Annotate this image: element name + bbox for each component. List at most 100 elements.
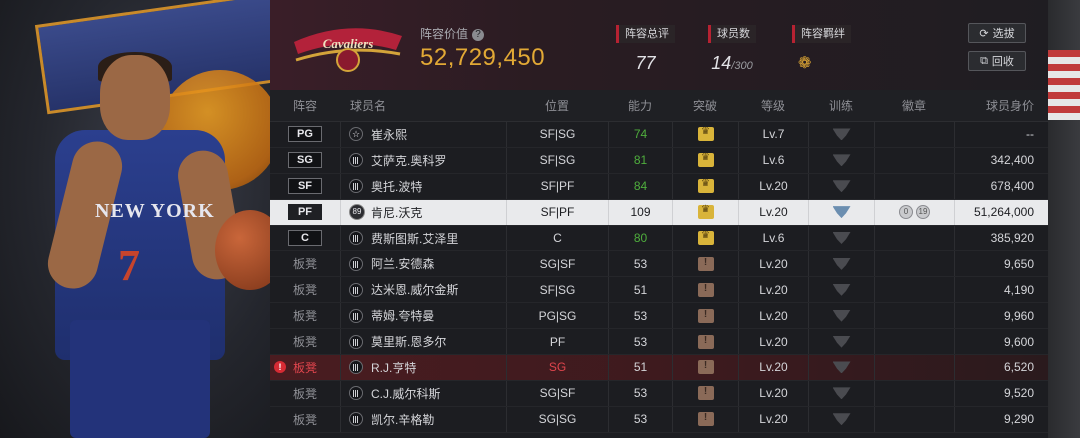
slot-label: SF	[288, 178, 322, 195]
training-icon[interactable]	[832, 413, 851, 426]
badges-cell	[874, 147, 954, 173]
training-icon[interactable]	[832, 387, 851, 400]
level-cell: Lv.20	[738, 251, 808, 277]
table-row[interactable]: 板凳 达米恩.威尔金斯 SF|SG51 Lv.20 4,190	[270, 277, 1048, 304]
breakthrough-icon[interactable]	[697, 334, 714, 349]
col-breakthrough[interactable]: 突破	[672, 90, 738, 121]
player-name-cell[interactable]: 奥托.波特	[340, 173, 506, 199]
position-cell: SF|SG	[506, 122, 608, 147]
table-row[interactable]: ! 板凳 R.J.亨特 SG51 Lv.20 6,520	[270, 355, 1048, 381]
breakthrough-icon[interactable]	[697, 256, 714, 271]
slot-cell[interactable]: SG	[270, 148, 340, 173]
player-name-cell[interactable]: 艾萨克.奥科罗	[340, 147, 506, 173]
slot-cell[interactable]: 板凳	[270, 381, 340, 406]
table-row[interactable]: 板凳 C.J.威尔科斯 SG|SF53 Lv.20 9,520	[270, 380, 1048, 407]
slot-cell[interactable]: 板凳	[270, 329, 340, 354]
stats-icon	[349, 231, 363, 245]
roster-value-label: 阵容价值?	[420, 25, 485, 42]
player-name-cell[interactable]: 89 肯尼.沃克	[340, 199, 506, 225]
training-icon[interactable]	[832, 257, 851, 270]
col-position[interactable]: 位置	[506, 90, 608, 121]
refresh-icon: ⟳	[979, 27, 989, 40]
chemistry-icon[interactable]: ❁	[792, 53, 851, 73]
player-name-cell[interactable]: 莫里斯.恩多尔	[340, 329, 506, 355]
table-row[interactable]: 板凳 凯尔.辛格勒 SG|SG53 Lv.20 9,290	[270, 406, 1048, 433]
slot-label: PF	[288, 204, 322, 221]
col-slot[interactable]: 阵容	[270, 90, 340, 121]
breakthrough-icon[interactable]	[697, 386, 714, 401]
table-row[interactable]: 板凳 蒂姆.夸特曼 PG|SG53 Lv.20 9,960	[270, 303, 1048, 330]
player-name: R.J.亨特	[371, 360, 417, 375]
table-row[interactable]: 板凳 阿兰.安德森 SG|SF53 Lv.20 9,650	[270, 251, 1048, 278]
training-icon[interactable]	[832, 154, 851, 167]
player-name-cell[interactable]: 费斯图斯.艾泽里	[340, 225, 506, 251]
breakthrough-icon[interactable]	[697, 204, 714, 220]
slot-cell[interactable]: 板凳	[270, 251, 340, 276]
col-name[interactable]: 球员名	[340, 90, 506, 121]
badges-cell	[874, 251, 954, 277]
player-name: 凯尔.辛格勒	[371, 412, 435, 427]
table-row[interactable]: SG 艾萨克.奥科罗 SF|SG81 Lv.6 342,400	[270, 147, 1048, 174]
player-name: 奥托.波特	[371, 179, 423, 194]
slot-cell[interactable]: PG	[270, 122, 340, 147]
slot-cell[interactable]: 板凳	[270, 303, 340, 328]
price-cell: 9,520	[954, 380, 1048, 406]
slot-cell[interactable]: 板凳	[270, 407, 340, 432]
player-name-cell[interactable]: ☆ 崔永熙	[340, 122, 506, 147]
player-name-cell[interactable]: R.J.亨特	[340, 355, 506, 380]
col-ability[interactable]: 能力	[608, 90, 672, 121]
slot-cell[interactable]: PF	[270, 200, 340, 225]
price-cell: --	[954, 122, 1048, 147]
breakthrough-icon[interactable]	[697, 152, 714, 168]
breakthrough-cell	[672, 173, 738, 199]
table-row[interactable]: SF 奥托.波特 SF|PF84 Lv.20 678,400	[270, 173, 1048, 200]
col-level[interactable]: 等级	[738, 90, 808, 121]
breakthrough-icon[interactable]	[697, 308, 714, 323]
stats-icon	[349, 282, 363, 297]
table-row[interactable]: 板凳 莫里斯.恩多尔 PF53 Lv.20 9,600	[270, 329, 1048, 356]
breakthrough-icon[interactable]	[697, 178, 714, 194]
breakthrough-icon[interactable]	[697, 230, 714, 245]
training-icon[interactable]	[832, 335, 851, 348]
player-name-cell[interactable]: 蒂姆.夸特曼	[340, 303, 506, 329]
breakthrough-cell	[672, 122, 738, 147]
roster-value: 52,729,450	[420, 44, 546, 71]
col-badges[interactable]: 徽章	[874, 90, 954, 121]
recycle-button[interactable]: ⧉ 回收	[968, 51, 1026, 71]
training-icon[interactable]	[832, 283, 851, 296]
breakthrough-icon[interactable]	[697, 126, 714, 142]
player-name-cell[interactable]: C.J.威尔科斯	[340, 380, 506, 406]
training-icon[interactable]	[832, 309, 851, 322]
breakthrough-icon[interactable]	[697, 282, 714, 297]
badge-icon: 0	[899, 205, 913, 220]
breakthrough-icon[interactable]	[697, 360, 714, 375]
player-name-cell[interactable]: 阿兰.安德森	[340, 251, 506, 277]
draft-button[interactable]: ⟳ 选拔	[968, 23, 1026, 43]
training-icon[interactable]	[832, 232, 851, 244]
training-icon[interactable]	[832, 361, 851, 374]
slot-cell[interactable]: C	[270, 226, 340, 251]
training-icon[interactable]	[832, 128, 851, 141]
table-row[interactable]: C费斯图斯.艾泽里C80Lv.6385,920	[270, 225, 1048, 252]
player-name-cell[interactable]: 凯尔.辛格勒	[340, 406, 506, 432]
cavaliers-logo: Cavaliers	[294, 28, 402, 72]
training-icon[interactable]	[832, 180, 851, 193]
ability-cell: 51	[608, 355, 672, 380]
player-name-cell[interactable]: 达米恩.威尔金斯	[340, 277, 506, 303]
slot-cell[interactable]: SF	[270, 174, 340, 199]
slot-cell[interactable]: 板凳	[270, 277, 340, 302]
training-cell	[808, 380, 874, 406]
help-icon[interactable]: ?	[472, 28, 485, 41]
training-icon[interactable]	[832, 206, 851, 219]
stats-icon	[349, 256, 363, 271]
table-row[interactable]: PF 89 肯尼.沃克 SF|PF109 Lv.20 019 51,264,000	[270, 199, 1048, 226]
badge-group[interactable]: 0 19	[899, 205, 930, 220]
col-training[interactable]: 训练	[808, 90, 874, 121]
stats-icon	[349, 179, 363, 194]
breakthrough-icon[interactable]	[697, 412, 714, 427]
slot-cell[interactable]: ! 板凳	[270, 355, 340, 380]
col-price[interactable]: 球员身价	[954, 90, 1048, 121]
training-cell	[808, 147, 874, 173]
player-head	[100, 55, 170, 140]
table-row[interactable]: PG ☆ 崔永熙 SF|SG74 Lv.7 --	[270, 122, 1048, 148]
